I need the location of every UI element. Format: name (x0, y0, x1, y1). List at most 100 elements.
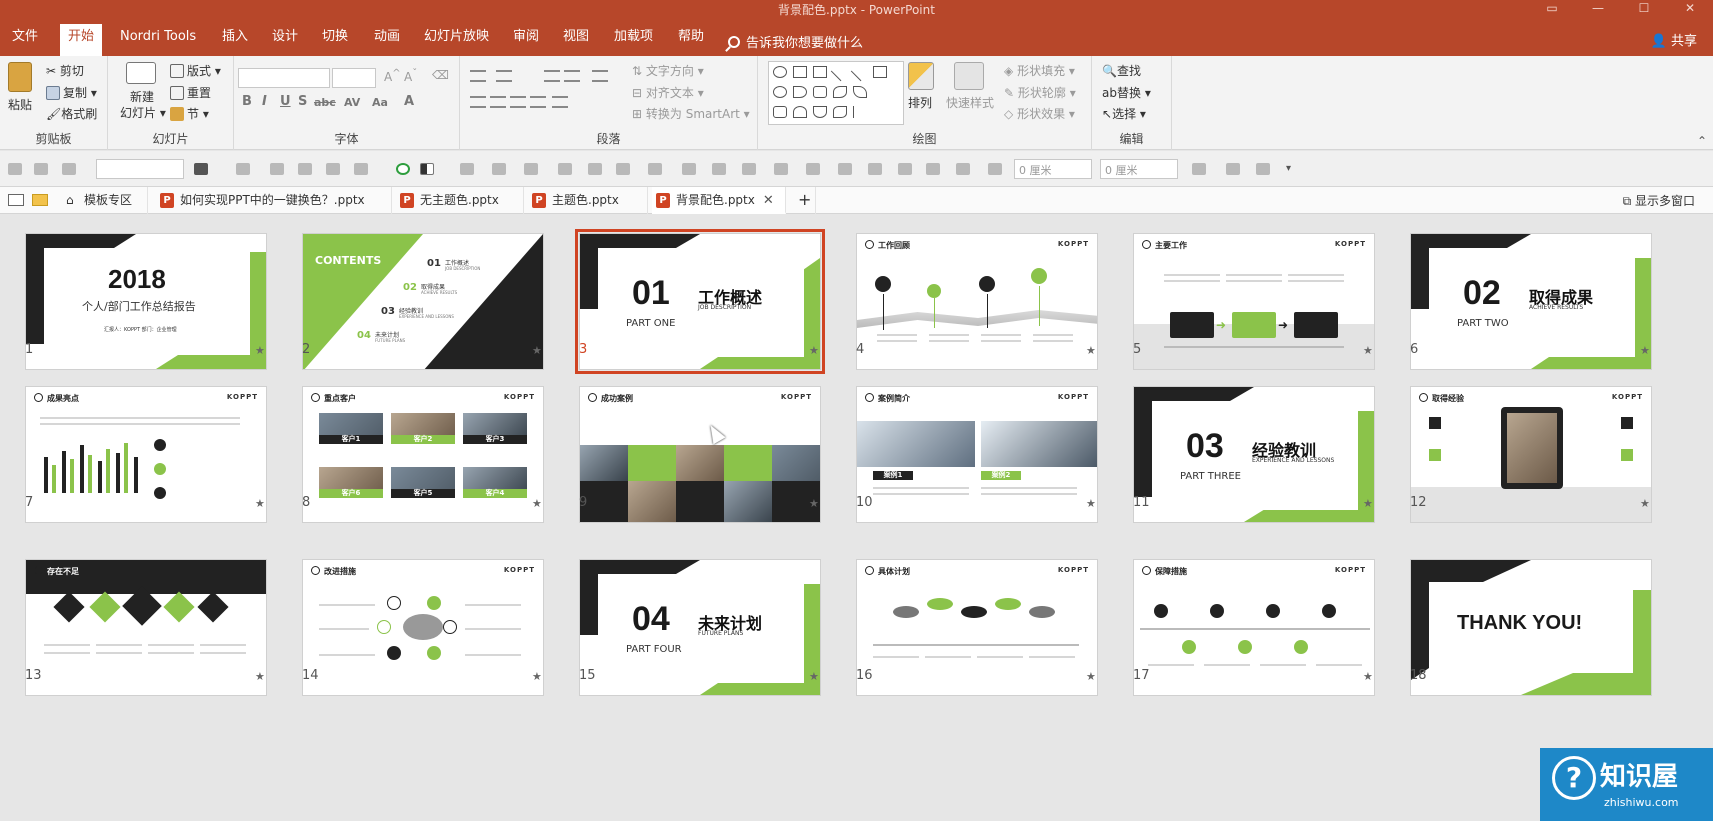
section-button[interactable]: 节 ▾ (170, 105, 209, 122)
toolbar-combo[interactable] (96, 159, 184, 179)
find-button[interactable]: 🔍查找 (1102, 62, 1141, 79)
collapse-ribbon-icon[interactable]: ⌃ (1697, 134, 1707, 148)
toolbar-tool-icon[interactable] (558, 163, 572, 175)
align-center-icon[interactable] (490, 96, 506, 108)
replace-button[interactable]: ab替换 ▾ (1102, 84, 1151, 101)
tab-design[interactable]: 设计 (268, 26, 302, 56)
shadow-button[interactable]: S (298, 94, 307, 109)
open-folder-icon[interactable] (32, 194, 48, 206)
moon-shape-icon[interactable] (793, 106, 807, 118)
tab-review[interactable]: 审阅 (509, 26, 543, 56)
slide-thumbnail-16[interactable]: 具体计划 KOPPT (856, 559, 1098, 696)
reset-button[interactable]: 重置 (170, 84, 211, 101)
file-tab[interactable]: P 无主题色.pptx (396, 187, 524, 214)
toolbar-tool-icon[interactable] (682, 163, 696, 175)
line-shape-icon[interactable] (830, 62, 850, 82)
increase-indent-icon[interactable] (564, 70, 580, 82)
share-button[interactable]: 👤 共享 (1651, 30, 1697, 49)
slide-thumbnail-14[interactable]: 改进措施 KOPPT (302, 559, 544, 696)
shape-effects-button[interactable]: ◇ 形状效果 ▾ (1004, 105, 1075, 122)
text-direction-button[interactable]: ⇅ 文字方向 ▾ (632, 62, 704, 79)
maximize-button[interactable]: ☐ (1621, 0, 1667, 18)
toolbar-tool-icon[interactable] (898, 163, 912, 175)
ribbon-display-options-button[interactable]: ▭ (1529, 0, 1575, 18)
layout-button[interactable]: 版式 ▾ (170, 62, 221, 79)
toolbar-tool-icon[interactable] (742, 163, 756, 175)
tab-addins[interactable]: 加载项 (610, 26, 657, 56)
slide-thumbnail-5[interactable]: 主要工作 KOPPT ➜ ➜ (1133, 233, 1375, 370)
oval-shape-icon[interactable] (773, 66, 787, 78)
italic-button[interactable]: I (262, 94, 267, 109)
shape-fill-button[interactable]: ◈ 形状填充 ▾ (1004, 62, 1075, 79)
template-zone-tab[interactable]: ⌂ 模板专区 (60, 187, 148, 214)
shape-width-field[interactable]: 0 厘米 (1014, 159, 1092, 179)
tab-slideshow[interactable]: 幻灯片放映 (420, 26, 493, 56)
toolbar-tool-icon[interactable] (588, 163, 602, 175)
rectangle-shape-icon[interactable] (813, 66, 827, 78)
strikethrough-button[interactable]: abc (314, 96, 336, 109)
cut-button[interactable]: ✂ 剪切 (46, 62, 84, 79)
align-text-button[interactable]: ⊟ 对齐文本 ▾ (632, 84, 704, 101)
char-spacing-button[interactable]: AV (344, 96, 360, 109)
smartart-button[interactable]: ⊞ 转换为 SmartArt ▾ (632, 105, 750, 122)
freeform-shape-icon[interactable] (853, 86, 867, 98)
toolbar-tool-icon[interactable] (524, 163, 538, 175)
toolbar-tool-icon[interactable] (326, 163, 340, 175)
wave-shape-icon[interactable] (813, 106, 827, 118)
slide-thumbnail-2[interactable]: CONTENTS 01 工作概述 JOB DESCRIPTION 02 取得成果… (302, 233, 544, 370)
align-left-icon[interactable] (470, 96, 486, 108)
oval2-shape-icon[interactable] (773, 86, 787, 98)
show-multi-window-button[interactable]: ⧉ 显示多窗口 (1623, 192, 1695, 209)
toolbar-tool-icon[interactable] (236, 163, 250, 175)
tab-animations[interactable]: 动画 (370, 26, 404, 56)
triangle-shape-icon[interactable] (793, 86, 807, 98)
fill-color-icon[interactable] (420, 163, 434, 175)
quick-styles-button[interactable]: 快速样式 (946, 94, 994, 111)
slide-thumbnail-4[interactable]: 工作回顾 KOPPT (856, 233, 1098, 370)
font-color-button[interactable]: A (404, 94, 414, 109)
toolbar-tool-icon[interactable] (1226, 163, 1240, 175)
columns-icon[interactable] (552, 96, 568, 108)
file-tab-active[interactable]: P 背景配色.pptx ✕ (652, 187, 786, 214)
toolbar-tool-icon[interactable] (648, 163, 662, 175)
rect2-shape-icon[interactable] (873, 66, 887, 78)
slide-thumbnail-11[interactable]: 03 PART THREE 经验教训 EXPERIENCE AND LESSON… (1133, 386, 1375, 523)
tab-nordri-tools[interactable]: Nordri Tools (116, 26, 200, 56)
arrow-shape-icon[interactable] (850, 62, 870, 82)
minimize-button[interactable]: — (1575, 0, 1621, 18)
shape-height-field[interactable]: 0 厘米 (1100, 159, 1178, 179)
slide-thumbnail-15[interactable]: 04 PART FOUR 未来计划 FUTURE PLANS (579, 559, 821, 696)
slide-thumbnail-18[interactable]: THANK YOU! (1410, 559, 1652, 696)
new-slide-dropdown[interactable]: 幻灯片 ▾ (120, 104, 166, 121)
toolbar-tool-icon[interactable] (838, 163, 852, 175)
toolbar-tool-icon[interactable] (956, 163, 970, 175)
paste-button[interactable]: 粘贴 (8, 96, 32, 113)
toolbar-tool-icon[interactable] (194, 163, 208, 175)
tab-insert[interactable]: 插入 (218, 26, 252, 56)
close-tab-icon[interactable]: ✕ (763, 193, 774, 208)
bracket-shape-icon[interactable] (853, 106, 867, 118)
shapes-gallery[interactable] (768, 61, 904, 125)
toolbar-tool-icon[interactable] (298, 163, 312, 175)
toolbar-tool-icon[interactable] (868, 163, 882, 175)
tab-transitions[interactable]: 切换 (318, 26, 352, 56)
toolbar-tool-icon[interactable] (62, 163, 76, 175)
shrink-font-button[interactable]: Aˇ (404, 68, 417, 84)
toolbar-tool-icon[interactable] (926, 163, 940, 175)
slide-thumbnail-7[interactable]: 成果亮点 KOPPT (25, 386, 267, 523)
copy-button[interactable]: 复制 ▾ (46, 84, 97, 101)
toolbar-tool-icon[interactable] (1192, 163, 1206, 175)
slide-thumbnail-3[interactable]: 01 PART ONE 工作概述 JOB DESCRIPTION (575, 229, 825, 374)
file-tab[interactable]: P 主题色.pptx (528, 187, 648, 214)
file-tab[interactable]: P 如何实现PPT中的一键换色？.pptx (156, 187, 392, 214)
toolbar-tool-icon[interactable] (460, 163, 474, 175)
toolbar-tool-icon[interactable] (616, 163, 630, 175)
new-slide-button[interactable]: 新建 (130, 88, 154, 105)
slide-thumbnail-1[interactable]: 2018 个人/部门工作总结报告 汇报人：KOPPT 部门：企业管理 (25, 233, 267, 370)
font-size-combo[interactable] (332, 68, 376, 88)
slide-thumbnail-13[interactable]: 存在不足 (25, 559, 267, 696)
toolbar-tool-icon[interactable] (806, 163, 820, 175)
numbering-icon[interactable] (496, 70, 512, 82)
toolbar-tool-icon[interactable] (988, 163, 1002, 175)
toolbar-tool-icon[interactable] (270, 163, 284, 175)
